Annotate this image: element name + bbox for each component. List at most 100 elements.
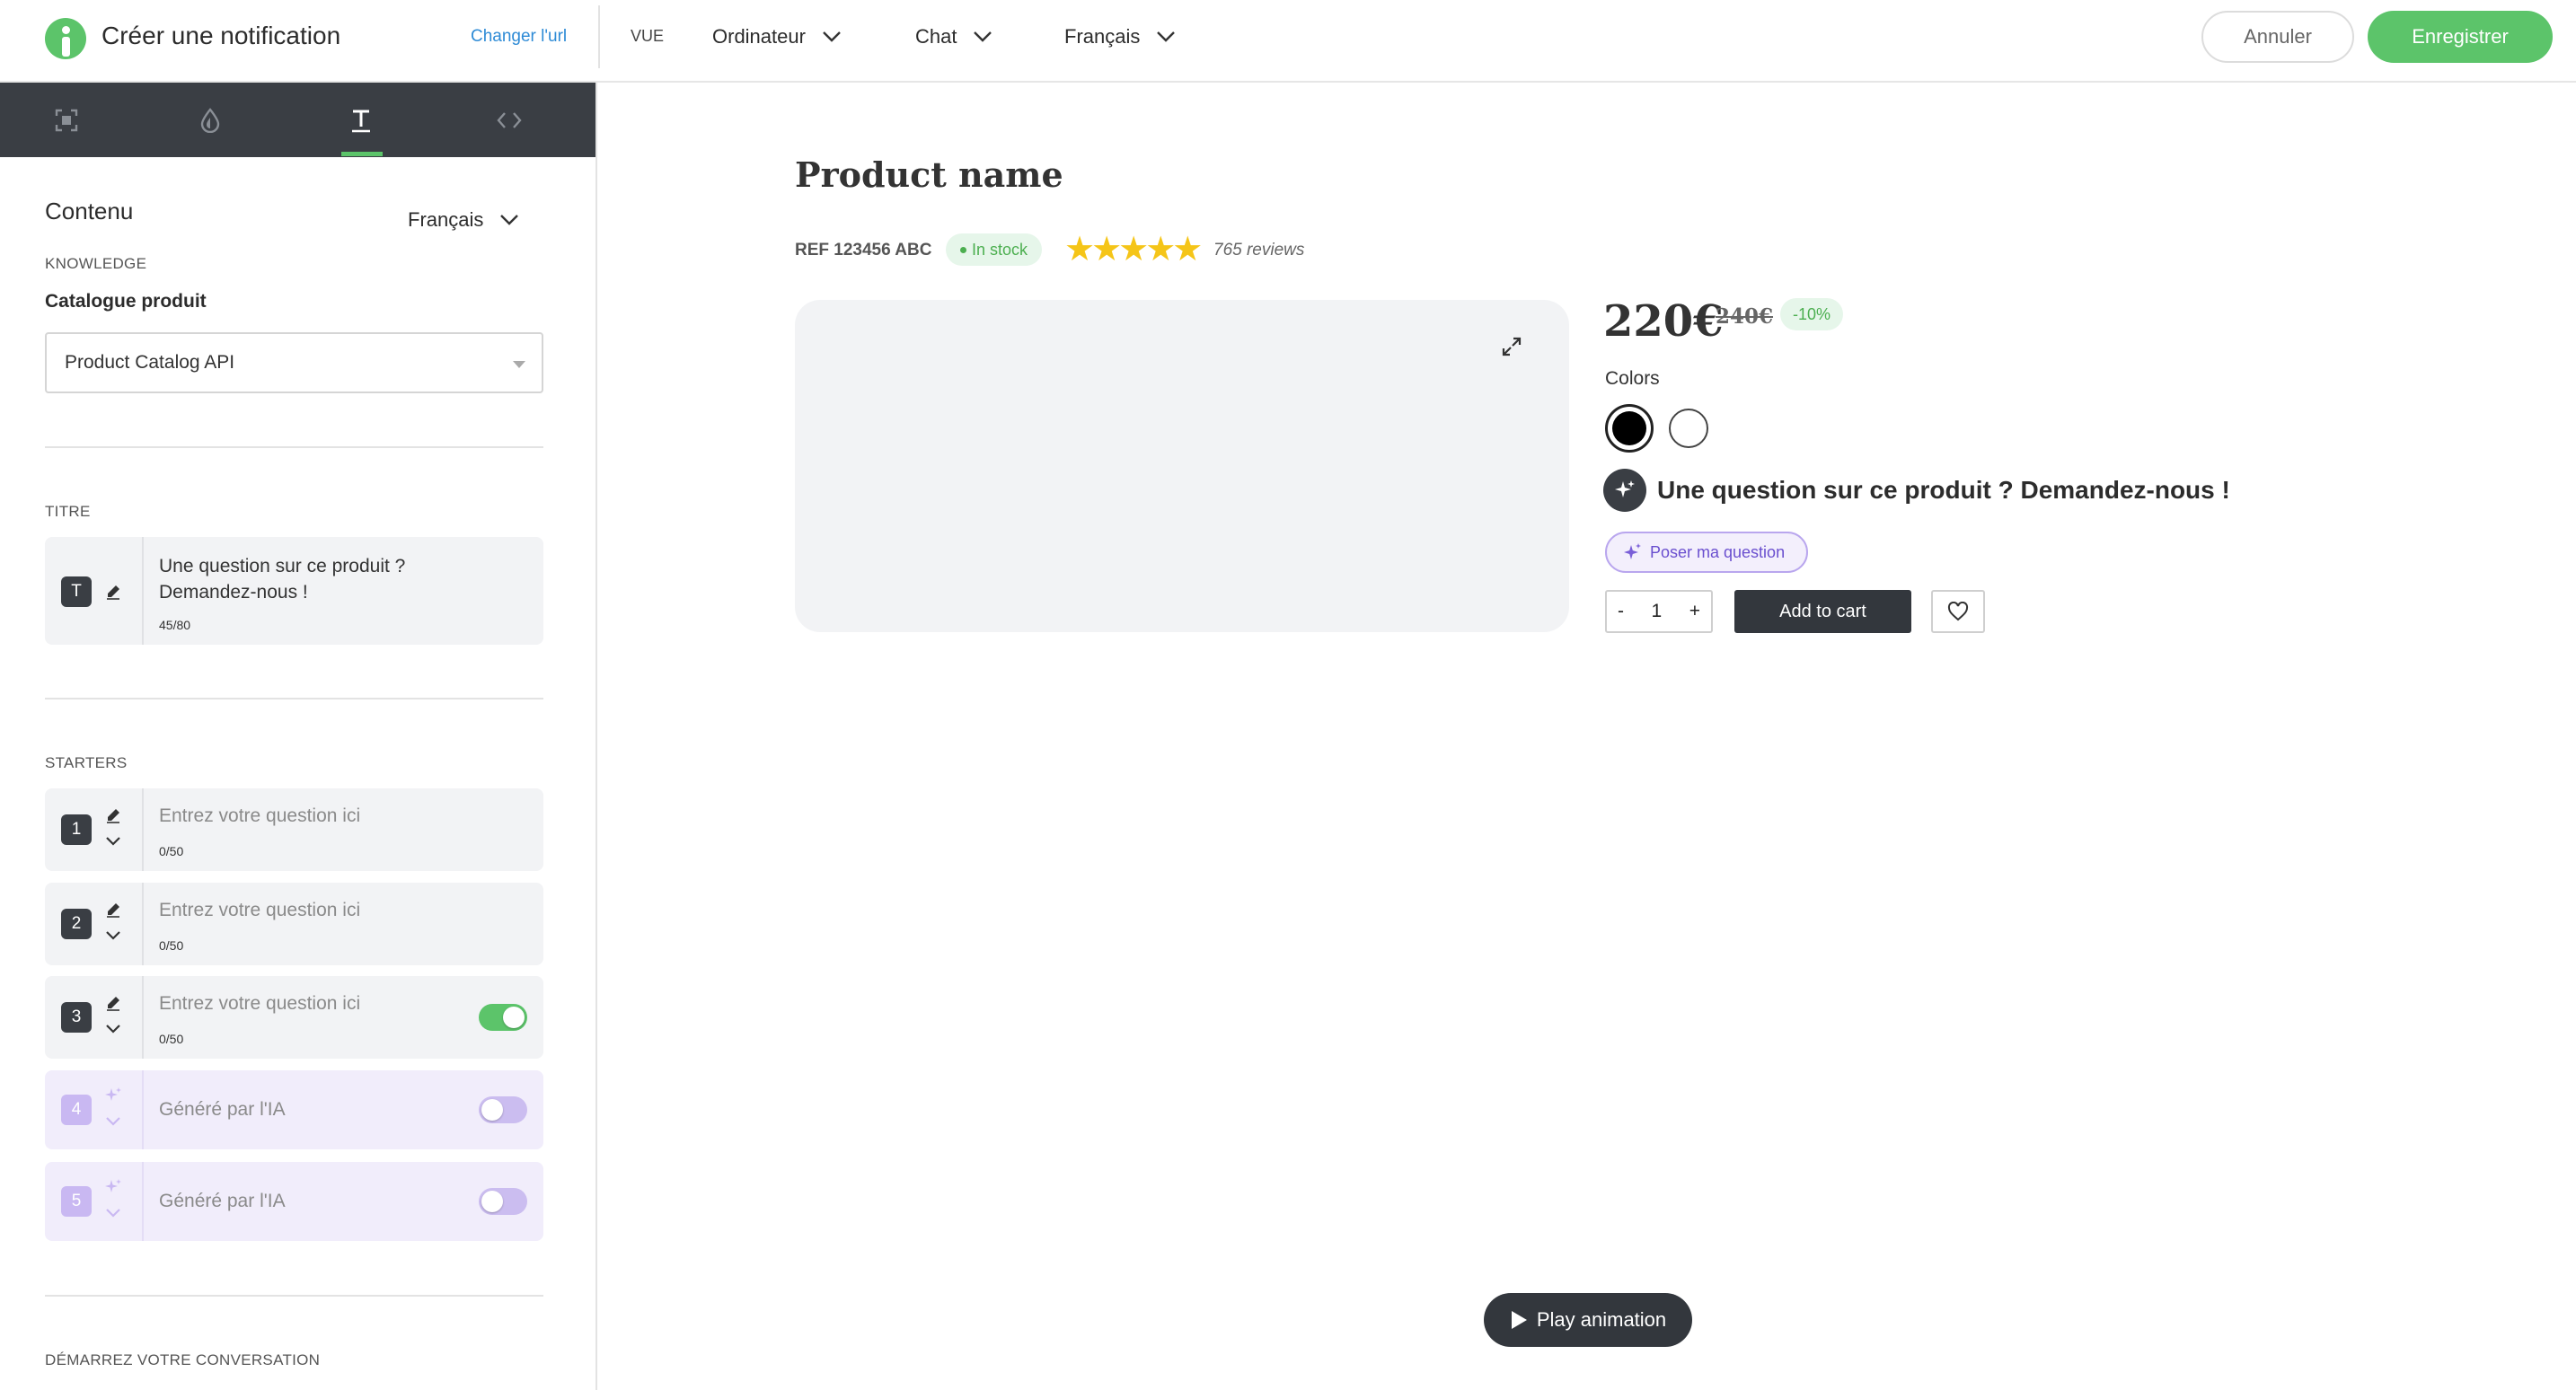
starter-input[interactable]: Entrez votre question ici [159,803,360,829]
card-gutter [45,1070,144,1149]
edit-icon[interactable] [104,806,122,824]
ai-generated-label: Généré par l'IA [159,1099,286,1120]
starter-counter: 0/50 [159,844,184,858]
question-row: Une question sur ce produit ? Demandez-n… [1603,469,2230,512]
heart-icon [1947,602,1969,621]
ask-question-button[interactable]: Poser ma question [1605,532,1809,573]
starter-card-1[interactable]: 1 Entrez votre question ici 0/50 [45,788,543,871]
quantity-value[interactable]: 1 [1652,601,1663,622]
chevron-down-icon[interactable] [104,929,122,942]
product-image [795,300,1569,632]
divider [598,5,600,68]
chevron-down-icon[interactable] [104,1207,122,1219]
tab-content[interactable] [316,83,406,157]
chevron-down-icon [823,31,841,42]
page-title: Créer une notification [101,22,341,49]
starter-toggle[interactable] [479,1004,527,1031]
starter-card-3[interactable]: 3 Entrez votre question ici 0/50 [45,976,543,1059]
card-gutter [45,788,144,871]
starter-number-badge: 1 [61,814,92,845]
reviews-count[interactable]: 765 reviews [1213,241,1304,260]
device-dropdown[interactable]: Ordinateur [712,25,842,48]
chevron-down-icon[interactable] [104,1023,122,1035]
sparkle-icon [1603,469,1646,512]
language-dropdown-label: Français [1064,25,1141,48]
sparkle-icon [105,1179,121,1192]
ai-generated-label: Généré par l'IA [159,1191,286,1211]
ai-starter-toggle[interactable] [479,1188,527,1215]
starter-counter: 0/50 [159,938,184,953]
title-counter: 45/80 [159,618,191,632]
color-swatch-black[interactable] [1605,404,1654,453]
stock-badge: In stock [946,233,1043,266]
catalog-label: Catalogue produit [45,291,207,312]
knowledge-caption: KNOWLEDGE [45,255,147,272]
change-url-link[interactable]: Changer l'url [471,27,567,47]
active-tab-indicator [341,152,383,156]
starter-counter: 0/50 [159,1032,184,1046]
title-line-2: Demandez-nous ! [159,582,308,603]
tab-code[interactable] [464,83,554,157]
quantity-plus-button[interactable]: + [1689,601,1700,622]
tab-style[interactable] [165,83,255,157]
mode-dropdown[interactable]: Chat [915,25,992,48]
divider [45,446,543,448]
content-language-select[interactable]: Français [408,208,519,232]
edit-icon[interactable] [104,994,122,1012]
title-line-1: Une question sur ce produit ? [159,556,406,576]
catalog-select[interactable]: Product Catalog API [45,332,543,393]
ai-starter-card-4[interactable]: 4 Généré par l'IA [45,1070,543,1149]
quantity-stepper[interactable]: - 1 + [1605,590,1713,633]
catalog-select-value: Product Catalog API [65,352,235,373]
starter-input[interactable]: Entrez votre question ici [159,897,360,923]
colors-label: Colors [1605,368,1660,389]
device-dropdown-label: Ordinateur [712,25,806,48]
text-icon [352,110,370,132]
play-icon [1511,1311,1527,1329]
rating-stars: ★★★★★ [1064,231,1203,268]
title-card[interactable]: T Une question sur ce produit ? Demandez… [45,537,543,645]
sparkle-icon [1624,543,1641,559]
question-title: Une question sur ce produit ? Demandez-n… [1657,476,2230,504]
expand-icon[interactable] [1501,336,1522,357]
card-gutter [45,1162,144,1241]
starter-card-2[interactable]: 2 Entrez votre question ici 0/50 [45,883,543,965]
editor-sidebar: Contenu Français KNOWLEDGE Catalogue pro… [0,83,597,1390]
toggle-knob [481,1099,503,1121]
old-price: 240€ [1716,304,1774,329]
chevron-down-icon[interactable] [104,1115,122,1128]
mode-dropdown-label: Chat [915,25,957,48]
save-button[interactable]: Enregistrer [2368,11,2553,63]
edit-icon[interactable] [104,901,122,919]
price: 220€ [1603,296,1724,347]
play-animation-button[interactable]: Play animation [1484,1293,1692,1347]
chevron-down-icon [1157,31,1176,42]
wishlist-button[interactable] [1931,590,1985,633]
product-name: Product name [795,154,1063,195]
add-to-cart-button[interactable]: Add to cart [1734,590,1911,633]
ai-starter-toggle[interactable] [479,1096,527,1123]
color-swatch-white[interactable] [1669,409,1708,448]
edit-icon[interactable] [104,583,122,601]
frame-icon [55,109,78,131]
starter-number-badge: 5 [61,1186,92,1217]
app-logo [45,18,86,59]
sparkle-icon [105,1087,121,1101]
quantity-minus-button[interactable]: - [1618,601,1624,622]
cancel-button[interactable]: Annuler [2201,11,2354,63]
language-dropdown[interactable]: Français [1064,25,1176,48]
divider [45,698,543,699]
starter-input[interactable]: Entrez votre question ici [159,990,360,1016]
ask-question-label: Poser ma question [1650,542,1786,561]
chevron-down-icon[interactable] [104,835,122,848]
preview-area: Product name REF 123456 ABC In stock ★★★… [599,83,2576,1390]
title-text[interactable]: Une question sur ce produit ? Demandez-n… [159,553,405,605]
tab-layout[interactable] [22,83,111,157]
ai-starter-card-5[interactable]: 5 Généré par l'IA [45,1162,543,1241]
chevron-down-icon [500,215,519,225]
code-icon [497,111,522,128]
discount-badge: -10% [1780,298,1844,330]
toggle-knob [481,1191,503,1212]
section-title: Contenu [45,198,134,224]
title-caption: TITRE [45,503,91,520]
